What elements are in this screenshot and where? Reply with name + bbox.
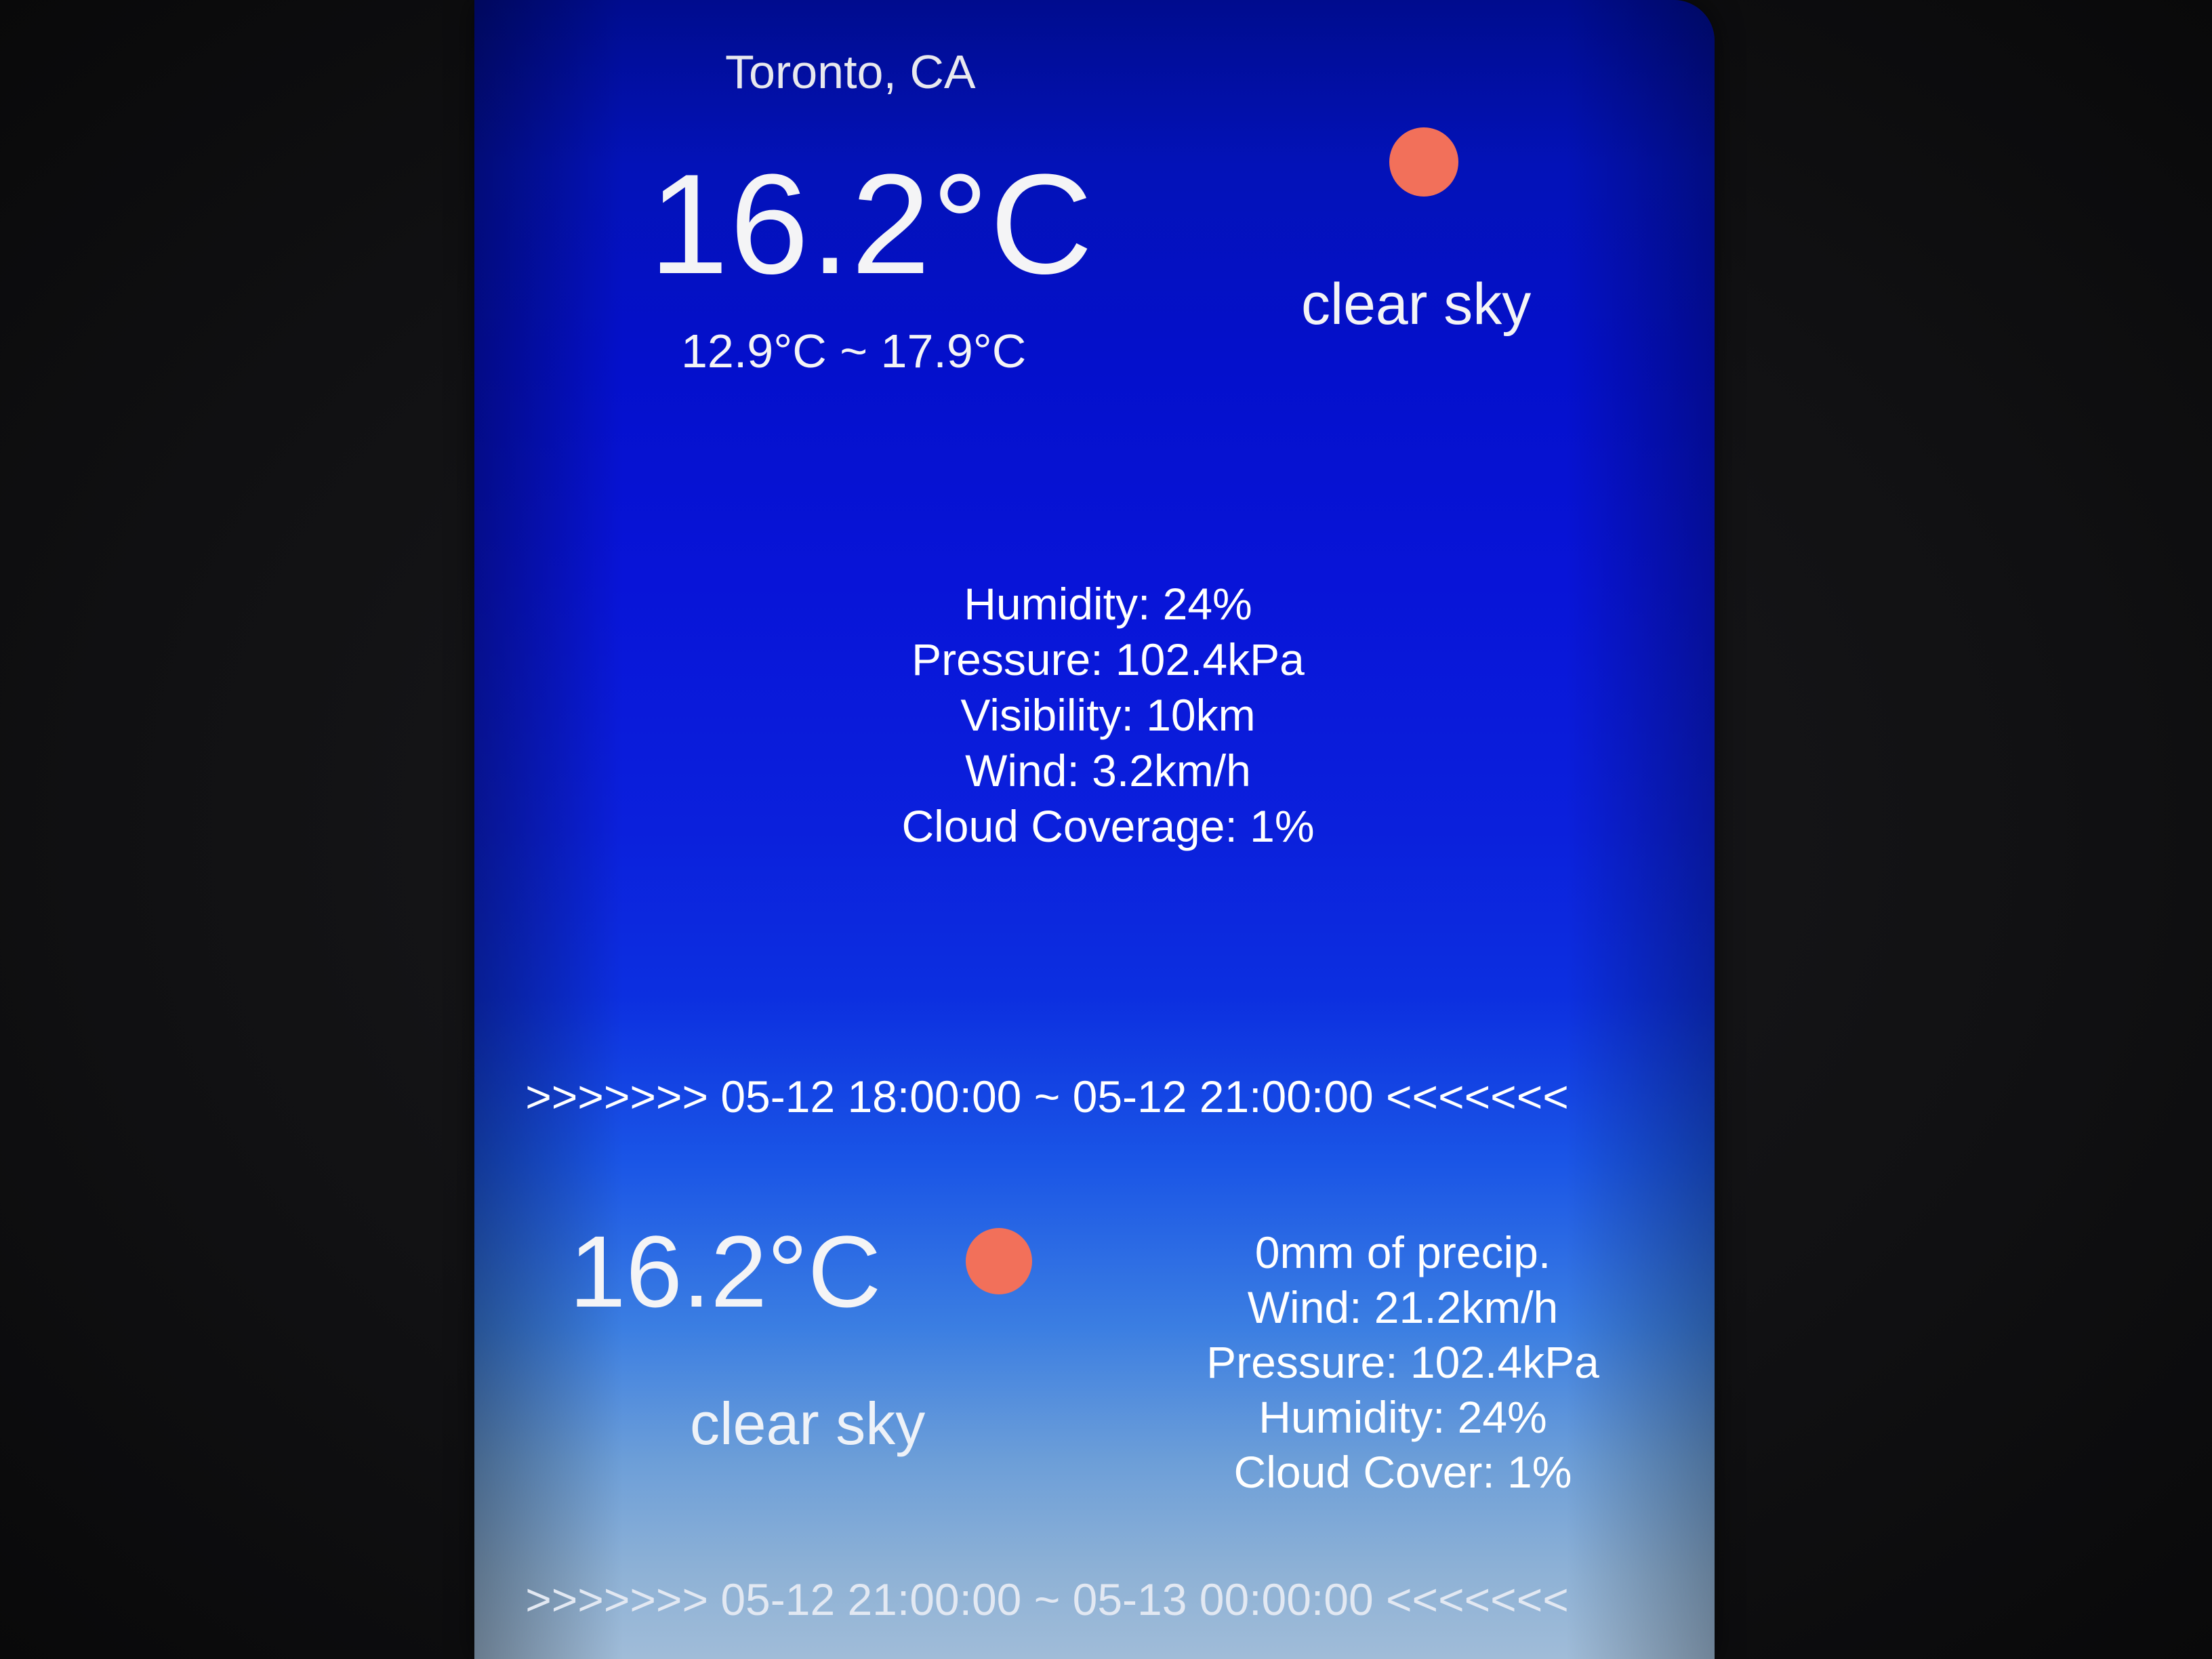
forecast-temperature: 16.2°C — [569, 1214, 882, 1328]
wind-label: Wind: 3.2km/h — [965, 745, 1251, 796]
temperature-range: 12.9°C ~ 17.9°C — [681, 325, 1027, 377]
visibility-label: Visibility: 10km — [960, 690, 1256, 740]
forecast-condition: clear sky — [690, 1390, 926, 1457]
cloud-coverage-label: Cloud Coverage: 1% — [901, 801, 1315, 851]
forecast-period-header: >>>>>>> 05-12 18:00:00 ~ 05-12 21:00:00 … — [525, 1071, 1569, 1122]
sun-icon — [966, 1228, 1032, 1294]
humidity-label: Humidity: 24% — [964, 579, 1252, 629]
location-label: Toronto, CA — [725, 45, 976, 98]
pressure-label: Pressure: 102.4kPa — [912, 634, 1305, 684]
current-temperature: 16.2°C — [649, 144, 1094, 304]
current-condition: clear sky — [1301, 272, 1532, 337]
humidity-label: Humidity: 24% — [1258, 1392, 1547, 1442]
precip-label: 0mm of precip. — [1254, 1227, 1551, 1277]
current-details: Humidity: 24% Pressure: 102.4kPa Visibil… — [867, 576, 1349, 854]
cloud-cover-label: Cloud Cover: 1% — [1233, 1447, 1572, 1497]
forecast-period-header: >>>>>>> 05-12 21:00:00 ~ 05-13 00:00:00 … — [525, 1574, 1569, 1624]
wind-label: Wind: 21.2km/h — [1247, 1282, 1559, 1332]
pressure-label: Pressure: 102.4kPa — [1206, 1337, 1599, 1387]
weather-screen: Toronto, CA 16.2°C 12.9°C ~ 17.9°C clear… — [474, 0, 1715, 1659]
sun-icon — [1389, 127, 1458, 197]
forecast-details: 0mm of precip. Wind: 21.2km/h Pressure: … — [1166, 1225, 1640, 1500]
